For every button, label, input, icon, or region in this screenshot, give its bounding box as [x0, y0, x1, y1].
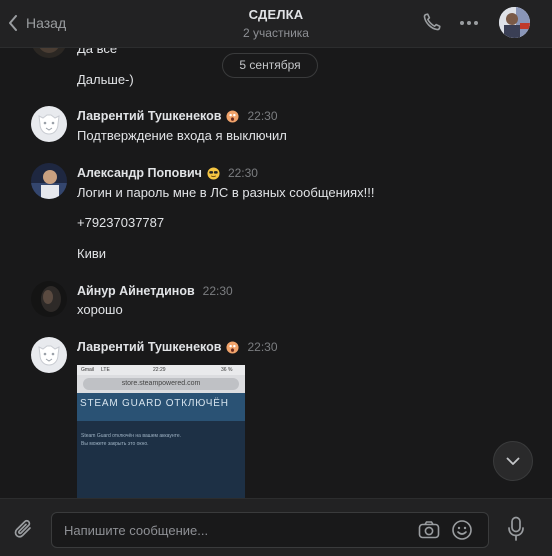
message-author[interactable]: Александр Попович 22:30 — [77, 166, 258, 180]
author-name[interactable]: Лаврентий Тушкенеков — [77, 109, 221, 123]
chevron-down-icon — [506, 457, 520, 465]
date-separator: 5 сентября — [222, 53, 318, 78]
chat-avatar[interactable] — [499, 7, 530, 38]
status-carrier: Gmail — [81, 367, 95, 373]
steam-guard-text-2: Вы можете закрыть это окно. — [81, 441, 149, 447]
message-author[interactable]: Лаврентий Тушкенеков 22:30 — [77, 109, 278, 123]
phone-icon[interactable] — [422, 12, 442, 37]
message-text: Подтверждение входа я выключил — [77, 128, 287, 143]
shocked-emoji-icon — [226, 340, 240, 354]
browser-url: store.steampowered.com — [83, 378, 239, 390]
phone-status-bar: Gmail LTE 22:29 36 % — [77, 365, 245, 375]
chat-header: Назад СДЕЛКА 2 участника — [0, 0, 552, 48]
emoji-icon[interactable] — [451, 519, 473, 546]
shocked-emoji-icon — [226, 109, 240, 123]
avatar[interactable] — [31, 48, 67, 58]
message-text: Киви — [77, 246, 107, 261]
message-author[interactable]: Лаврентий Тушкенеков 22:30 — [77, 340, 278, 354]
message-text: хорошо — [77, 302, 123, 317]
message-text: Логин и пароль мне в ЛС в разных сообщен… — [77, 185, 375, 200]
message-text: Да все — [77, 48, 118, 56]
message-time: 22:30 — [247, 340, 278, 354]
message-composer — [0, 498, 552, 556]
avatar[interactable] — [31, 163, 67, 199]
avatar[interactable] — [31, 106, 67, 142]
camera-icon[interactable] — [418, 520, 440, 545]
status-battery: 36 % — [221, 367, 233, 373]
avatar[interactable] — [31, 337, 67, 373]
avatar[interactable] — [31, 281, 67, 317]
message-input[interactable] — [64, 513, 404, 547]
message-time: 22:30 — [247, 109, 278, 123]
microphone-icon[interactable] — [507, 516, 525, 547]
author-name[interactable]: Александр Попович — [77, 166, 202, 180]
status-network: LTE — [101, 367, 110, 373]
message-time: 22:30 — [202, 284, 233, 298]
author-name[interactable]: Айнур Айнетдинов — [77, 284, 195, 298]
status-time: 22:29 — [153, 367, 166, 373]
message-text: Дальше-) — [77, 72, 134, 87]
sunglasses-emoji-icon — [207, 166, 220, 180]
author-name[interactable]: Лаврентий Тушкенеков — [77, 340, 221, 354]
message-author[interactable]: Айнур Айнетдинов 22:30 — [77, 284, 233, 298]
message-feed[interactable]: Да все Дальше-) 5 сентября Лаврентий Туш… — [0, 48, 552, 498]
message-input-box[interactable] — [51, 512, 489, 548]
image-attachment[interactable]: Gmail LTE 22:29 36 % store.steampowered.… — [77, 365, 245, 498]
message-time: 22:30 — [227, 166, 258, 180]
steam-guard-text-1: Steam Guard отключён на вашем аккаунте. — [81, 433, 182, 439]
message-text: +79237037787 — [77, 215, 165, 230]
more-options-icon[interactable] — [459, 13, 479, 38]
steam-guard-heading: STEAM GUARD ОТКЛЮЧЁН — [80, 398, 229, 409]
scroll-down-button[interactable] — [493, 441, 533, 481]
attach-icon[interactable] — [13, 518, 35, 547]
